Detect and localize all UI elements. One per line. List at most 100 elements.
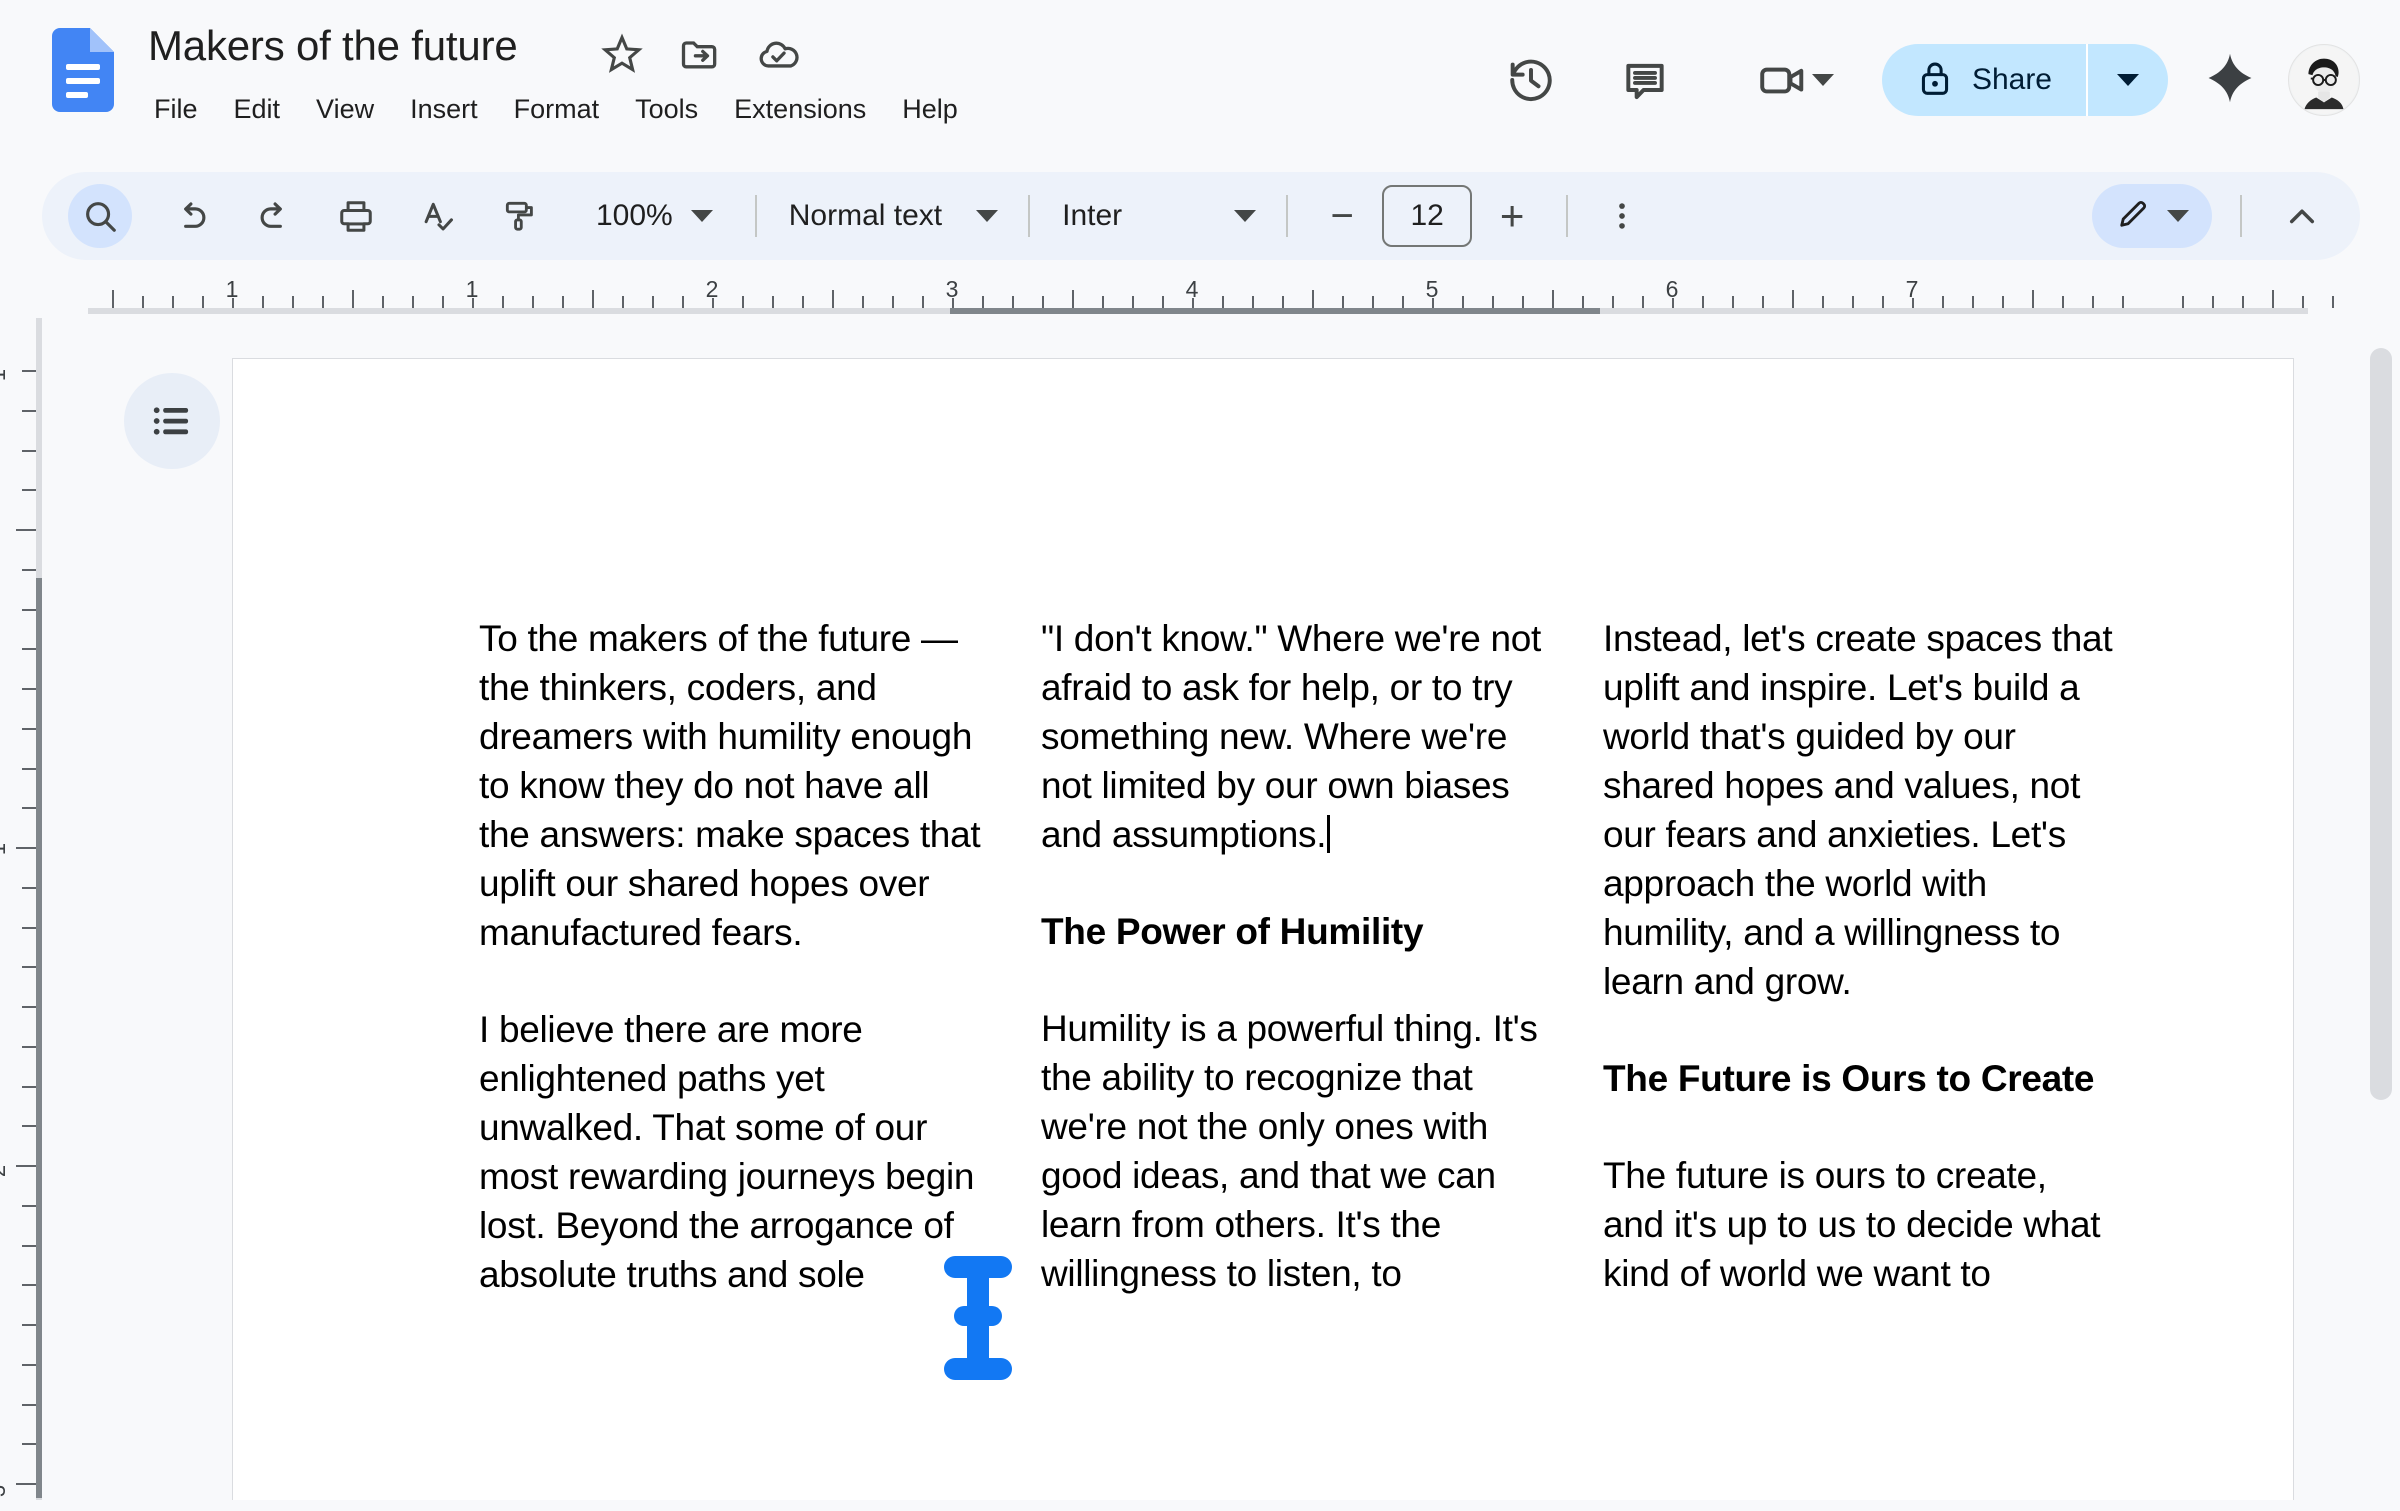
share-button[interactable]: Share [1881, 44, 2168, 116]
version-history-icon[interactable] [1506, 55, 1556, 105]
chevron-down-icon [2167, 210, 2189, 222]
share-main[interactable]: Share [1882, 44, 2086, 116]
more-vertical-icon[interactable] [1590, 184, 1654, 248]
document-column[interactable]: "I don't know." Where we're not afraid t… [1041, 614, 1551, 1347]
font-family-dropdown[interactable]: Inter [1062, 186, 1257, 246]
document-column[interactable]: Instead, let's create spaces that uplift… [1603, 614, 2113, 1347]
ruler-tick [1372, 296, 1374, 308]
redo-icon[interactable] [242, 184, 306, 248]
ruler-tick [112, 290, 114, 308]
print-icon[interactable] [324, 184, 388, 248]
ruler-tick [1672, 298, 1674, 308]
ruler-tick [382, 296, 384, 308]
search-icon[interactable] [68, 184, 132, 248]
vruler-tick [22, 1443, 36, 1446]
ruler-tick [1882, 296, 1884, 308]
heading[interactable]: The Power of Humility [1041, 907, 1551, 956]
paragraph-style-dropdown[interactable]: Normal text [789, 186, 999, 246]
menu-extensions[interactable]: Extensions [716, 88, 884, 131]
document-page[interactable]: To the makers of the future — the thinke… [232, 358, 2294, 1500]
paragraph[interactable]: I believe there are more enlightened pat… [479, 1005, 989, 1299]
ruler-tick [262, 296, 264, 308]
paragraph[interactable]: "I don't know." Where we're not afraid t… [1041, 614, 1551, 859]
page-title[interactable]: Makers of the future [148, 20, 518, 72]
paragraph[interactable]: To the makers of the future — the thinke… [479, 614, 989, 957]
chevron-down-icon [1234, 210, 1257, 222]
ruler-tick [832, 290, 834, 308]
zoom-dropdown[interactable]: 100% [578, 186, 727, 246]
menu-insert[interactable]: Insert [392, 88, 496, 131]
ruler-tick [502, 296, 504, 308]
ruler-tick [622, 296, 624, 308]
zoom-value: 100% [596, 199, 673, 232]
ruler-tick [1012, 296, 1014, 308]
decrease-font-size-button[interactable]: − [1310, 184, 1374, 248]
menu-edit[interactable]: Edit [216, 88, 299, 131]
undo-icon[interactable] [160, 184, 224, 248]
menu-tools[interactable]: Tools [617, 88, 716, 131]
ruler-tick [1912, 298, 1914, 308]
ruler-tick [1702, 296, 1704, 308]
ruler-tick [1132, 296, 1134, 308]
header-right-actions: Share [1474, 0, 2400, 160]
vruler-tick [22, 1403, 36, 1406]
share-dropdown-button[interactable] [2088, 44, 2168, 116]
ruler-tick [322, 296, 324, 308]
ruler-tick [202, 296, 204, 308]
vruler-tick [16, 847, 36, 849]
menu-format[interactable]: Format [496, 88, 618, 131]
paint-format-icon[interactable] [488, 184, 552, 248]
document-canvas[interactable]: To the makers of the future — the thinke… [44, 318, 2400, 1500]
vruler-tick [16, 1165, 36, 1167]
menu-bar: File Edit View Insert Format Tools Exten… [148, 88, 976, 131]
heading[interactable]: The Future is Ours to Create [1603, 1054, 2113, 1103]
ruler-tick [802, 296, 804, 308]
font-size-input[interactable]: 12 [1382, 185, 1473, 247]
increase-font-size-button[interactable]: + [1480, 184, 1544, 248]
ruler-tick [1522, 296, 1524, 308]
ruler-tick [2182, 296, 2184, 308]
gemini-sparkle-icon[interactable] [2202, 50, 2258, 111]
plus-icon: + [1499, 192, 1525, 239]
paragraph[interactable]: Humility is a powerful thing. It's the a… [1041, 1004, 1551, 1298]
avatar[interactable] [2288, 44, 2360, 116]
star-icon[interactable] [600, 32, 644, 76]
spellcheck-icon[interactable] [406, 184, 470, 248]
paragraph[interactable]: The future is ours to create, and it's u… [1603, 1151, 2113, 1298]
ruler-tick [1342, 296, 1344, 308]
cloud-saved-icon[interactable] [756, 32, 800, 76]
vertical-ruler[interactable]: 1 1 2 3 [0, 318, 44, 1500]
menu-view[interactable]: View [298, 88, 392, 131]
move-folder-icon[interactable] [678, 32, 722, 76]
video-call-group[interactable] [1724, 55, 1834, 105]
vruler-tick [22, 966, 36, 969]
ruler-tick [1312, 290, 1314, 308]
document-column[interactable]: To the makers of the future — the thinke… [479, 614, 989, 1347]
document-body[interactable]: To the makers of the future — the thinke… [479, 614, 2119, 1347]
comment-history-icon[interactable] [1620, 55, 1670, 105]
edit-mode-button[interactable] [2092, 184, 2212, 248]
ruler-tick [1222, 296, 1224, 308]
ruler-tick [2062, 296, 2064, 308]
share-label: Share [1971, 63, 2052, 96]
menu-help[interactable]: Help [884, 88, 976, 131]
vertical-scrollbar[interactable] [2370, 348, 2392, 1100]
ruler-tick [2122, 296, 2124, 308]
ruler-tick [1102, 296, 1104, 308]
ruler-tick [1282, 296, 1284, 308]
lock-icon [1918, 59, 1952, 102]
show-outline-icon[interactable] [124, 373, 220, 469]
menu-file[interactable]: File [148, 88, 216, 131]
horizontal-ruler[interactable]: 11234567 [0, 272, 2400, 592]
vruler-tick [22, 727, 36, 730]
vruler-tick [22, 1006, 36, 1008]
video-call-icon[interactable] [1756, 55, 1806, 105]
ruler-tick [2302, 296, 2304, 308]
chevron-up-icon[interactable] [2270, 184, 2334, 248]
chevron-down-icon[interactable] [1811, 74, 1834, 86]
paragraph[interactable]: Instead, let's create spaces that uplift… [1603, 614, 2113, 1006]
docs-logo-icon[interactable] [52, 28, 114, 112]
vruler-tick [16, 1483, 36, 1485]
vruler-tick [22, 1363, 36, 1366]
ruler-tick [442, 296, 444, 308]
